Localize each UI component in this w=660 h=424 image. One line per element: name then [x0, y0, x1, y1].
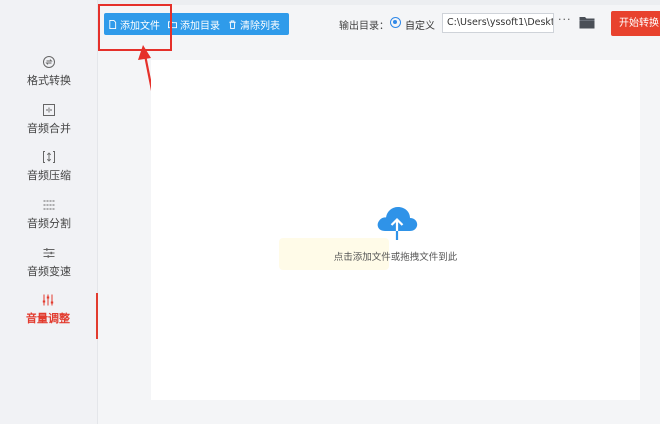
sidebar-item-volume-adjust[interactable]: 音量调整	[0, 293, 98, 339]
sidebar-item-label: 音频合并	[27, 122, 71, 135]
sidebar-item-label: 音量调整	[26, 312, 70, 325]
sidebar-item-audio-speed[interactable]: 音频变速	[0, 246, 98, 292]
app-window: 格式转换 音频合并 音频压缩 音频分割 音频变速 音量调整 添加文件 添加目录 …	[0, 0, 660, 424]
custom-output-radio[interactable]	[390, 17, 401, 28]
audio-speed-icon	[43, 248, 55, 258]
sidebar-item-format-convert[interactable]: 格式转换	[0, 55, 98, 101]
drop-hint-text: 点击添加文件或拖拽文件到此	[333, 252, 458, 263]
file-drop-area[interactable]: 点击添加文件或拖拽文件到此	[151, 60, 640, 400]
add-folder-label: 添加目录	[180, 20, 220, 32]
audio-merge-icon	[43, 104, 55, 116]
annotation-highlight-box	[98, 4, 172, 51]
sidebar-item-audio-compress[interactable]: 音频压缩	[0, 150, 98, 196]
sidebar-item-label: 音频压缩	[27, 169, 71, 182]
open-folder-icon[interactable]	[579, 16, 595, 29]
add-folder-button[interactable]: 添加目录	[164, 13, 224, 35]
clear-list-label: 清除列表	[240, 20, 280, 32]
audio-compress-icon	[43, 151, 55, 163]
volume-adjust-icon	[42, 294, 54, 306]
cloud-upload-icon[interactable]	[375, 203, 419, 241]
sidebar-item-label: 音频分割	[27, 217, 71, 230]
custom-output-label: 自定义	[405, 21, 435, 32]
sidebar: 格式转换 音频合并 音频压缩 音频分割 音频变速 音量调整	[0, 0, 98, 424]
sidebar-item-label: 音频变速	[27, 265, 71, 278]
format-convert-icon	[43, 56, 55, 68]
sidebar-item-audio-merge[interactable]: 音频合并	[0, 103, 98, 149]
output-path-input[interactable]: C:\Users\yssoft1\Deskt	[442, 13, 554, 33]
clear-list-button[interactable]: 清除列表	[224, 13, 284, 35]
sidebar-item-audio-split[interactable]: 音频分割	[0, 198, 98, 244]
more-options-button[interactable]: ···	[558, 13, 572, 26]
audio-split-icon	[43, 200, 55, 210]
output-dir-label: 输出目录：	[339, 21, 389, 32]
sidebar-item-label: 格式转换	[27, 74, 71, 87]
start-convert-button[interactable]: 开始转换	[611, 11, 660, 36]
trash-icon	[229, 19, 236, 29]
